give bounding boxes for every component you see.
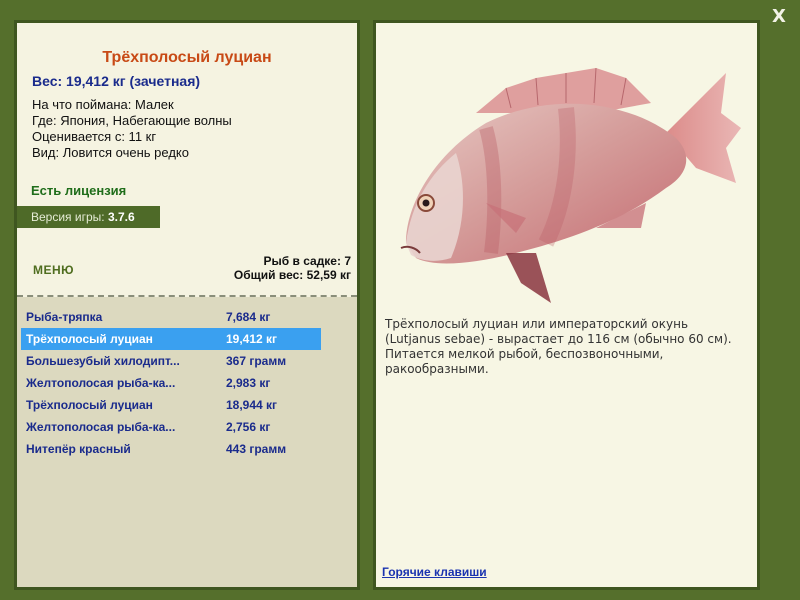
license-status: Есть лицензия	[31, 183, 127, 198]
fish-image	[400, 67, 741, 303]
info-min-weight: Оценивается с: 11 кг	[32, 129, 157, 144]
catch-item-weight: 2,756 кг	[226, 420, 271, 434]
catch-item-weight: 18,944 кг	[226, 398, 278, 412]
catch-item-name: Желтополосая рыба-ка...	[26, 376, 176, 390]
catch-item-weight: 367 грамм	[226, 354, 287, 368]
cage-total-weight: Общий вес: 52,59 кг	[233, 268, 351, 282]
hotkeys-link[interactable]: Горячие клавиши	[382, 565, 487, 579]
catch-list-item[interactable]: Трёхполосый луциан 19,412 кг	[21, 328, 321, 350]
catch-list-item[interactable]: Желтополосая рыба-ка... 2,756 кг	[21, 416, 321, 438]
fish-title: Трёхполосый луциан	[102, 49, 272, 66]
catch-item-weight: 443 грамм	[226, 442, 287, 456]
info-location: Где: Япония, Набегающие волны	[32, 113, 232, 128]
window-frame: X Трёхполосый луциан Вес: 19,412 кг (зач…	[0, 0, 800, 600]
version-bar: Версия игры: 3.7.6	[17, 206, 160, 228]
catch-item-name: Большезубый хилодипт...	[26, 354, 180, 368]
info-rarity: Вид: Ловится очень редко	[32, 145, 189, 160]
close-button[interactable]: X	[768, 6, 790, 28]
catch-list-item[interactable]: Большезубый хилодипт... 367 грамм	[21, 350, 321, 372]
info-bait: На что поймана: Малек	[32, 97, 174, 112]
fish-details: Трёхполосый луциан Вес: 19,412 кг (зачет…	[17, 23, 357, 295]
fish-description: Трёхполосый луциан или императорский оку…	[385, 317, 732, 376]
version-value: 3.7.6	[107, 210, 135, 224]
menu-button[interactable]: МЕНЮ	[33, 263, 74, 277]
catch-item-weight: 2,983 кг	[226, 376, 271, 390]
catch-item-name: Желтополосая рыба-ка...	[26, 420, 176, 434]
version-label: Версия игры:	[31, 210, 108, 224]
catch-item-name: Трёхполосый луциан	[26, 332, 153, 346]
fish-weight: Вес: 19,412 кг (зачетная)	[32, 73, 201, 89]
cage-summary: Рыб в садке: 7 Общий вес: 52,59 кг	[234, 254, 351, 282]
fish-info-panel: Трёхполосый луциан Вес: 19,412 кг (зачет…	[14, 20, 360, 590]
catch-item-name: Нитепёр красный	[26, 442, 131, 456]
catch-list-item[interactable]: Рыба-тряпка 7,684 кг	[21, 306, 321, 328]
fish-preview-panel: Трёхполосый луциан или императорский оку…	[373, 20, 760, 590]
catch-list-item[interactable]: Желтополосая рыба-ка... 2,983 кг	[21, 372, 321, 394]
catch-item-weight: 7,684 кг	[226, 310, 271, 324]
catch-item-weight: 19,412 кг	[226, 332, 278, 346]
catch-item-name: Рыба-тряпка	[26, 310, 103, 324]
catch-list: Рыба-тряпка 7,684 кг Трёхполосый луциан 19,…	[21, 306, 321, 460]
catch-list-item[interactable]: Трёхполосый луциан 18,944 кг	[21, 394, 321, 416]
catch-item-name: Трёхполосый луциан	[26, 398, 153, 412]
cage-count: Рыб в садке: 7	[263, 254, 351, 268]
catch-list-item[interactable]: Нитепёр красный 443 грамм	[21, 438, 321, 460]
